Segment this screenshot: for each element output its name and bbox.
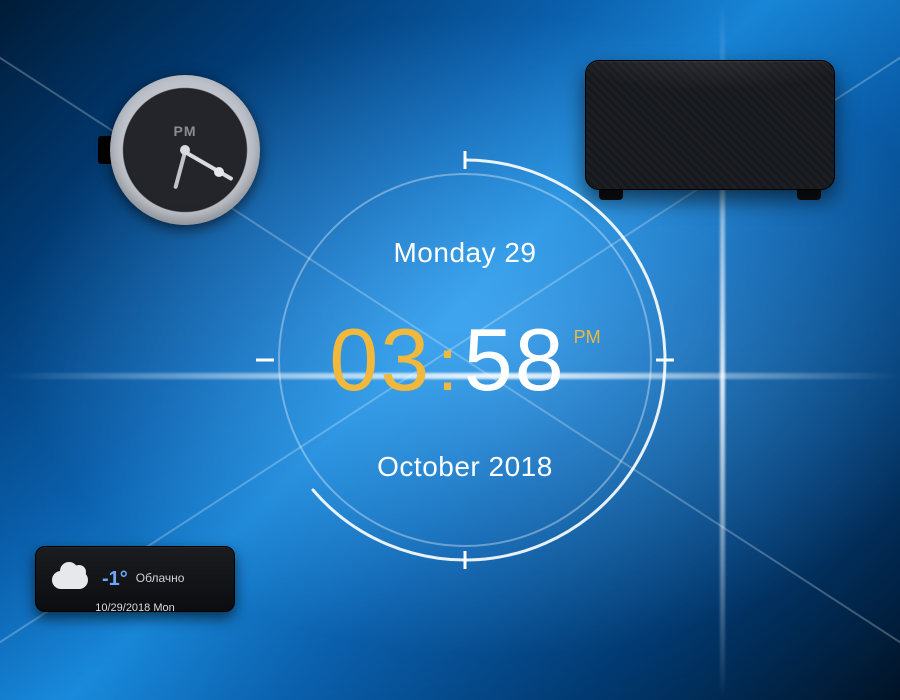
clock-colon: :	[437, 322, 458, 407]
clock-minute: 58	[464, 309, 566, 411]
clock-hour: 03	[329, 309, 431, 411]
cloud-icon	[46, 561, 94, 597]
analog-ampm-label: PM	[174, 123, 197, 139]
analog-clock-widget[interactable]: PM	[110, 75, 260, 225]
weather-condition: Облачно	[136, 572, 185, 585]
clock-time: 03 : 58 PM	[329, 309, 600, 411]
weather-widget[interactable]: -1° Облачно 10/29/2018 Mon	[35, 540, 235, 618]
clock-month-label: October 2018	[377, 451, 553, 483]
digital-ring-clock-widget[interactable]: Monday 29 03 : 58 PM October 2018	[250, 145, 680, 575]
clock-center-icon	[180, 145, 190, 155]
weather-temperature: -1°	[102, 568, 128, 590]
weather-date: 10/29/2018 Mon	[35, 602, 235, 614]
clock-day-label: Monday 29	[393, 237, 536, 269]
second-dot-icon	[214, 167, 224, 177]
clock-ampm: PM	[574, 327, 601, 348]
